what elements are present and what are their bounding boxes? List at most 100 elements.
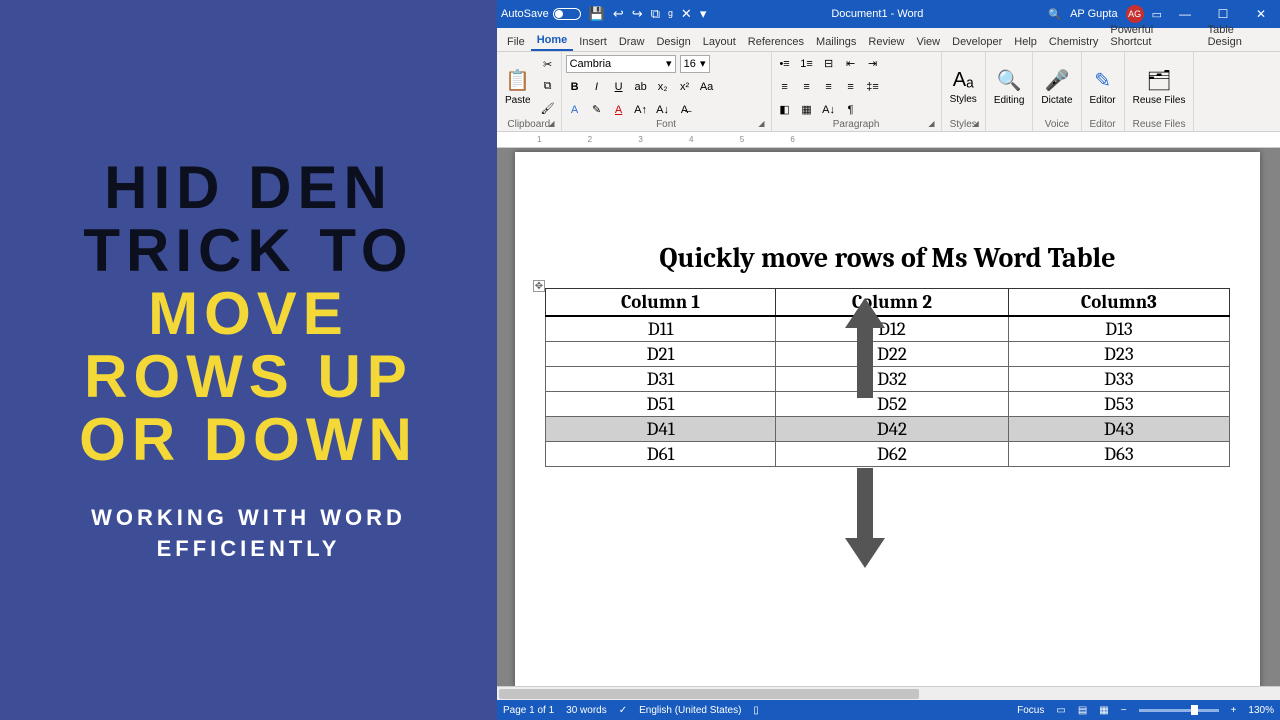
table-cell[interactable]: D21 — [546, 342, 776, 367]
user-name[interactable]: AP Gupta — [1070, 8, 1118, 20]
share-icon[interactable]: ᵍ — [668, 7, 673, 22]
tab-layout[interactable]: Layout — [697, 33, 742, 51]
table-header-cell[interactable]: Column 2 — [776, 289, 1009, 317]
table-cell[interactable]: D32 — [776, 367, 1009, 392]
strike-button[interactable]: ab — [632, 78, 650, 96]
subscript-button[interactable]: x₂ — [654, 78, 672, 96]
table-move-handle-icon[interactable]: ✥ — [533, 280, 545, 292]
page-number[interactable]: Page 1 of 1 — [503, 705, 554, 716]
numbering-button[interactable]: 1≡ — [798, 55, 816, 73]
focus-mode[interactable]: Focus — [1017, 705, 1044, 716]
table-header-row[interactable]: Column 1Column 2Column3 — [546, 289, 1230, 317]
table-cell[interactable]: D12 — [776, 316, 1009, 342]
toggle-off-icon[interactable] — [553, 8, 581, 20]
justify-button[interactable]: ≡ — [842, 78, 860, 96]
ribbon-display-icon[interactable]: ▭ — [1152, 8, 1162, 21]
editor-button[interactable]: ✎Editor — [1086, 54, 1120, 119]
bullets-button[interactable]: •≡ — [776, 55, 794, 73]
document-area[interactable]: Quickly move rows of Ms Word Table ✥ Col… — [497, 148, 1280, 686]
table-cell[interactable]: D43 — [1008, 417, 1229, 442]
table-cell[interactable]: D61 — [546, 442, 776, 467]
word-table[interactable]: Column 1Column 2Column3D11D12D13D21D22D2… — [545, 288, 1230, 467]
table-cell[interactable]: D53 — [1008, 392, 1229, 417]
document-heading[interactable]: Quickly move rows of Ms Word Table — [545, 242, 1230, 274]
redo-icon[interactable]: ↪ — [632, 6, 643, 22]
table-row[interactable]: D61D62D63 — [546, 442, 1230, 467]
font-size-input[interactable]: 16▾ — [680, 55, 710, 73]
highlight-button[interactable]: ✎ — [588, 101, 606, 119]
font-color-button[interactable]: A — [610, 101, 628, 119]
clear-format-button[interactable]: A̶ — [676, 101, 694, 119]
zoom-in-button[interactable]: + — [1231, 705, 1237, 716]
table-row[interactable]: D31D32D33 — [546, 367, 1230, 392]
dictate-button[interactable]: 🎤Dictate — [1037, 54, 1076, 119]
table-row[interactable]: D41D42D43 — [546, 417, 1230, 442]
table-cell[interactable]: D23 — [1008, 342, 1229, 367]
horizontal-ruler[interactable]: 1 2 3 4 5 6 — [497, 132, 1280, 148]
reuse-files-button[interactable]: 🗂Reuse Files — [1129, 54, 1190, 119]
dec-indent-button[interactable]: ⇤ — [842, 55, 860, 73]
dialog-launcher-icon[interactable]: ◢ — [928, 119, 934, 128]
shading-button[interactable]: ◧ — [776, 101, 794, 119]
styles-button[interactable]: AₐStyles — [946, 54, 981, 119]
align-left-button[interactable]: ≡ — [776, 78, 794, 96]
tab-review[interactable]: Review — [862, 33, 910, 51]
zoom-level[interactable]: 130% — [1248, 705, 1274, 716]
close-qat-icon[interactable]: ✕ — [681, 6, 692, 22]
tab-home[interactable]: Home — [531, 31, 574, 51]
table-cell[interactable]: D11 — [546, 316, 776, 342]
view-print-icon[interactable]: ▤ — [1078, 705, 1087, 716]
tab-view[interactable]: View — [910, 33, 946, 51]
language[interactable]: English (United States) — [639, 705, 741, 716]
table-row[interactable]: D51D52D53 — [546, 392, 1230, 417]
table-row[interactable]: D11D12D13 — [546, 316, 1230, 342]
tab-developer[interactable]: Developer — [946, 33, 1008, 51]
borders-button[interactable]: ▦ — [798, 101, 816, 119]
table-cell[interactable]: D42 — [776, 417, 1009, 442]
tab-insert[interactable]: Insert — [573, 33, 613, 51]
table-cell[interactable]: D33 — [1008, 367, 1229, 392]
align-right-button[interactable]: ≡ — [820, 78, 838, 96]
italic-button[interactable]: I — [588, 78, 606, 96]
table-header-cell[interactable]: Column3 — [1008, 289, 1229, 317]
underline-button[interactable]: U — [610, 78, 628, 96]
word-count[interactable]: 30 words — [566, 705, 607, 716]
text-effects-button[interactable]: A — [566, 101, 584, 119]
table-cell[interactable]: D31 — [546, 367, 776, 392]
tab-chemistry[interactable]: Chemistry — [1043, 33, 1105, 51]
sort-button[interactable]: A↓ — [820, 101, 838, 119]
tab-table-design[interactable]: Table Design — [1202, 21, 1276, 51]
line-spacing-button[interactable]: ‡≡ — [864, 78, 882, 96]
zoom-out-button[interactable]: − — [1121, 705, 1127, 716]
align-center-button[interactable]: ≡ — [798, 78, 816, 96]
inc-indent-button[interactable]: ⇥ — [864, 55, 882, 73]
bold-button[interactable]: B — [566, 78, 584, 96]
dialog-launcher-icon[interactable]: ◢ — [548, 119, 554, 128]
tab-help[interactable]: Help — [1008, 33, 1043, 51]
grow-font-button[interactable]: A↑ — [632, 101, 650, 119]
tab-file[interactable]: File — [501, 33, 531, 51]
horizontal-scrollbar[interactable] — [497, 686, 1280, 700]
table-cell[interactable]: D13 — [1008, 316, 1229, 342]
macro-icon[interactable]: ▯ — [753, 705, 759, 716]
zoom-slider[interactable] — [1139, 709, 1219, 712]
view-web-icon[interactable]: ▦ — [1099, 705, 1108, 716]
change-case-button[interactable]: Aa — [698, 78, 716, 96]
table-header-cell[interactable]: Column 1 — [546, 289, 776, 317]
search-icon[interactable]: 🔍 — [1048, 8, 1062, 21]
multilevel-button[interactable]: ⊟ — [820, 55, 838, 73]
table-row[interactable]: D21D22D23 — [546, 342, 1230, 367]
superscript-button[interactable]: x² — [676, 78, 694, 96]
table-cell[interactable]: D22 — [776, 342, 1009, 367]
editing-button[interactable]: 🔍Editing — [990, 54, 1029, 119]
autosave-toggle[interactable]: AutoSave — [501, 8, 581, 20]
dialog-launcher-icon[interactable]: ◢ — [758, 119, 764, 128]
shrink-font-button[interactable]: A↓ — [654, 101, 672, 119]
page[interactable]: Quickly move rows of Ms Word Table ✥ Col… — [515, 152, 1260, 686]
table-cell[interactable]: D62 — [776, 442, 1009, 467]
table-cell[interactable]: D41 — [546, 417, 776, 442]
tab-design[interactable]: Design — [650, 33, 696, 51]
tab-references[interactable]: References — [742, 33, 810, 51]
copy-icon[interactable]: ⧉ — [651, 6, 660, 22]
tab-powerful-shortcut[interactable]: Powerful Shortcut — [1104, 21, 1201, 51]
